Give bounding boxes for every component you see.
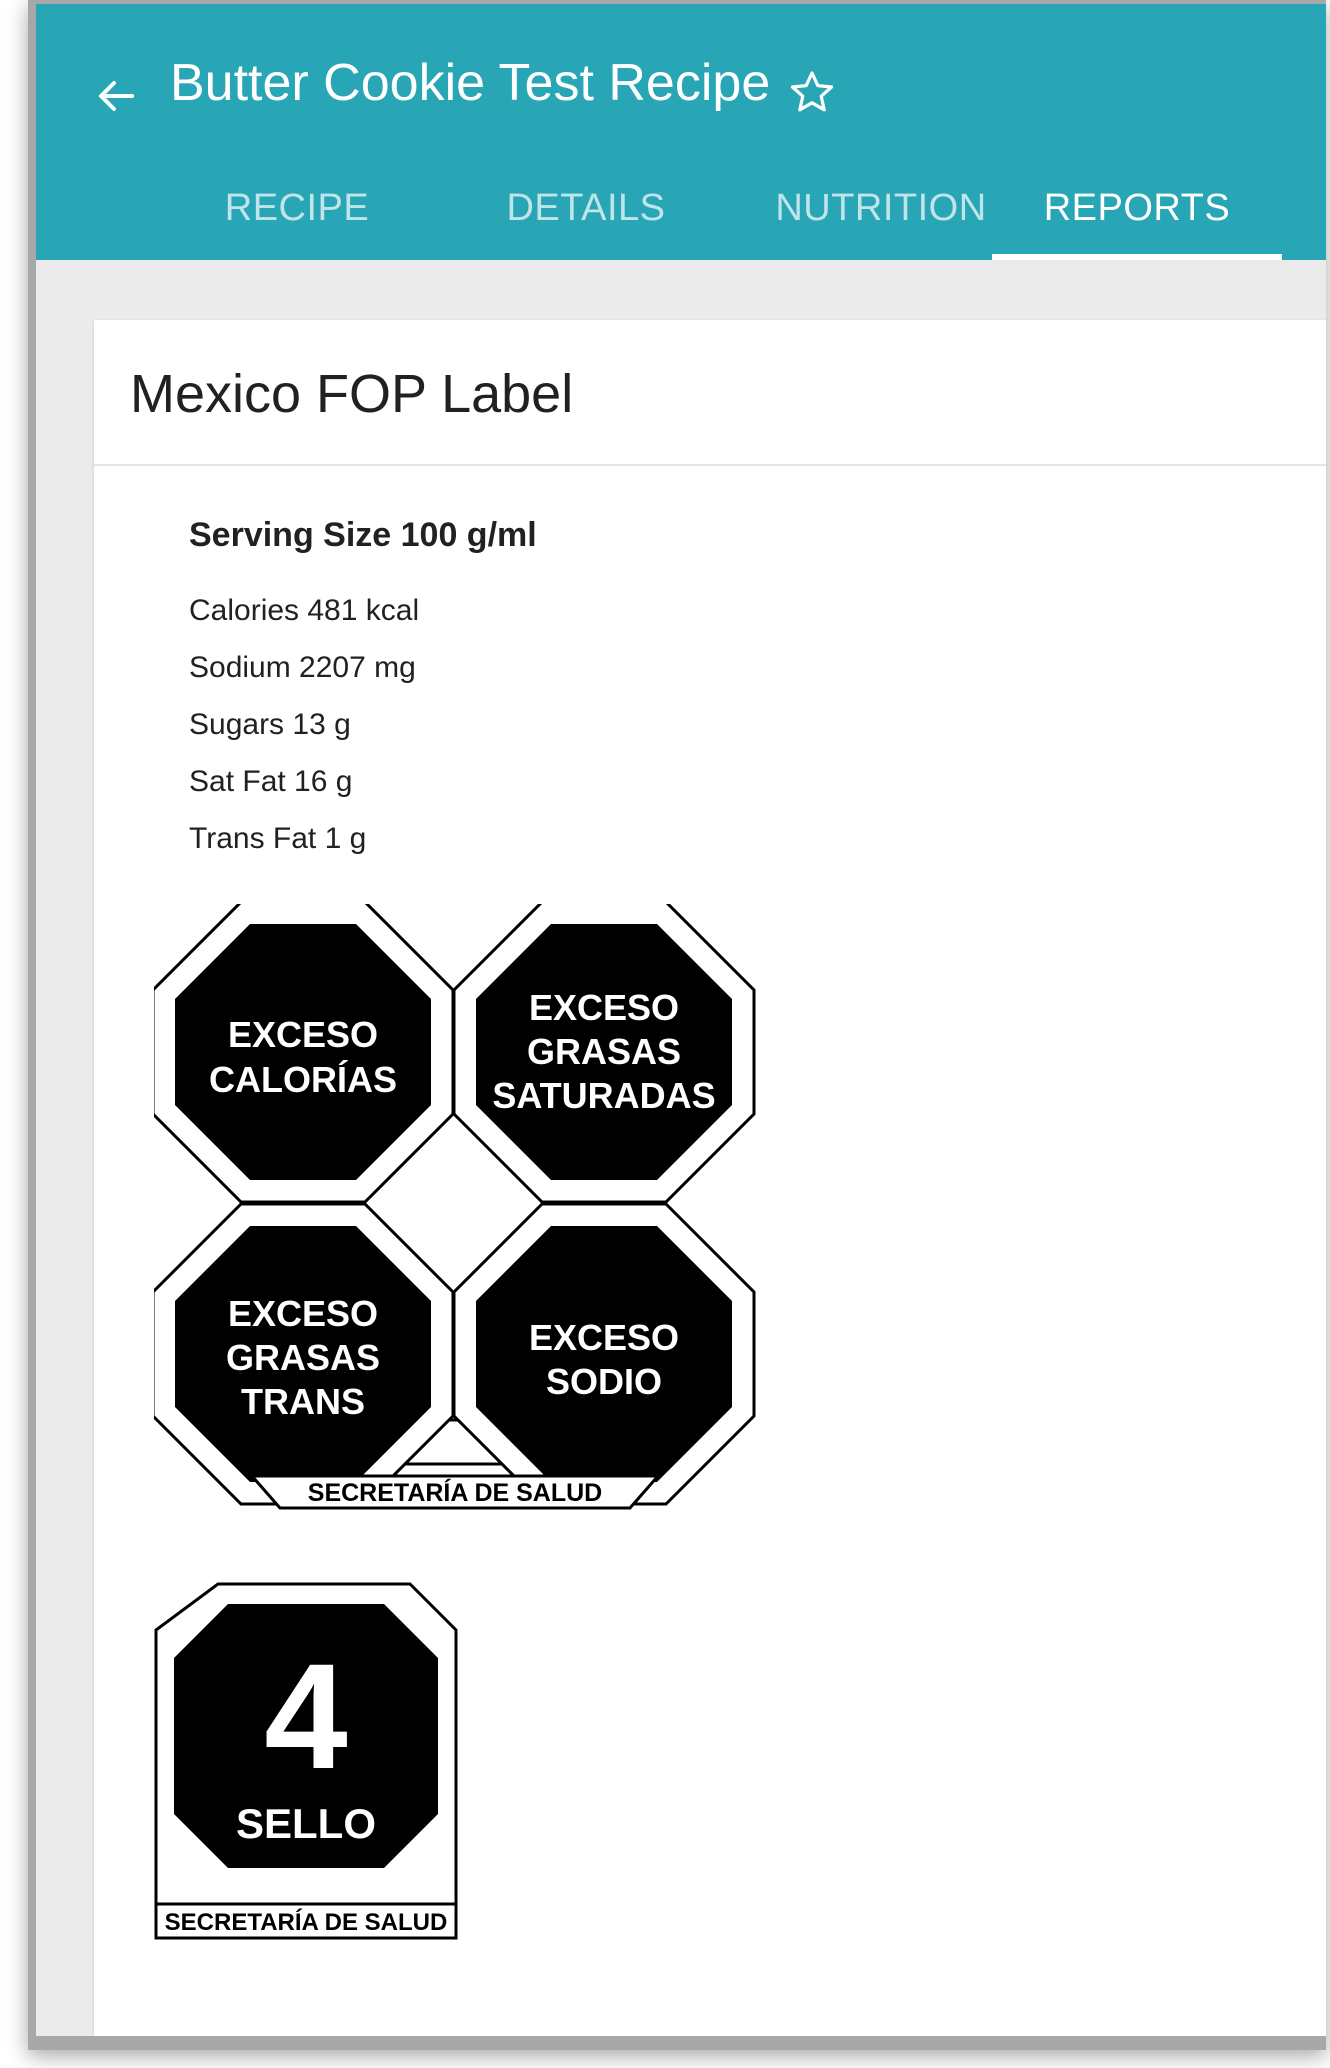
nutrient-sodium: Sodium 2207 mg [189, 651, 416, 684]
seal-text: TRANS [241, 1381, 365, 1422]
seal-text: GRASAS [226, 1337, 380, 1378]
tab-label: NUTRITION [775, 187, 987, 229]
sello-count-badge: 4 SELLO SECRETARÍA DE SALUD [154, 1582, 458, 1940]
seal-text: EXCESO [529, 1317, 679, 1358]
report-title: Mexico FOP Label [130, 364, 574, 424]
serving-size: Serving Size 100 g/ml [189, 516, 537, 554]
sello-count: 4 [264, 1632, 347, 1800]
tab-label: REPORTS [1043, 187, 1231, 229]
seal-text: SODIO [546, 1361, 662, 1402]
seal-text: EXCESO [228, 1014, 378, 1055]
seal-text: GRASAS [527, 1031, 681, 1072]
tab-nutrition[interactable]: NUTRITION [736, 174, 1026, 260]
report-card: Mexico FOP Label Serving Size 100 g/ml C… [94, 320, 1326, 2036]
seal-text: SATURADAS [492, 1075, 715, 1116]
sello-label: SELLO [236, 1800, 376, 1847]
favorite-button[interactable] [788, 68, 836, 116]
active-tab-indicator [992, 254, 1282, 260]
seal-text: CALORÍAS [209, 1059, 397, 1100]
seal-text: EXCESO [529, 987, 679, 1028]
seal-text: EXCESO [228, 1293, 378, 1334]
app-window: Butter Cookie Test Recipe RECIPE DETAILS… [28, 0, 1326, 2050]
tab-recipe[interactable]: RECIPE [192, 174, 402, 260]
app-bar: Butter Cookie Test Recipe RECIPE DETAILS… [36, 4, 1326, 260]
nutrient-sugars: Sugars 13 g [189, 708, 351, 741]
nutrient-trans-fat: Trans Fat 1 g [189, 822, 367, 855]
tab-label: RECIPE [224, 187, 370, 229]
back-button[interactable] [92, 72, 140, 120]
tab-label: DETAILS [506, 187, 666, 229]
star-outline-icon [790, 71, 834, 112]
tab-details[interactable]: DETAILS [456, 174, 716, 260]
divider [94, 464, 1326, 466]
seal-exceso-calorias: EXCESO CALORÍAS [154, 904, 455, 1204]
warning-seals: EXCESO CALORÍAS EXCESO GRASAS SATURADAS … [154, 904, 756, 1510]
tab-bar: RECIPE DETAILS NUTRITION REPORTS [36, 174, 1326, 260]
page-title: Butter Cookie Test Recipe [170, 54, 771, 112]
tab-reports[interactable]: REPORTS [992, 174, 1282, 260]
nutrient-sat-fat: Sat Fat 16 g [189, 765, 353, 798]
seal-footer-text: SECRETARÍA DE SALUD [308, 1478, 602, 1507]
seal-exceso-grasas-trans: EXCESO GRASAS TRANS [154, 1202, 455, 1506]
arrow-left-icon [99, 81, 134, 111]
seal-exceso-sodio: EXCESO SODIO [452, 1202, 756, 1506]
sello-footer-text: SECRETARÍA DE SALUD [165, 1908, 448, 1936]
seal-exceso-grasas-saturadas: EXCESO GRASAS SATURADAS [452, 904, 756, 1204]
nutrient-calories: Calories 481 kcal [189, 594, 420, 627]
